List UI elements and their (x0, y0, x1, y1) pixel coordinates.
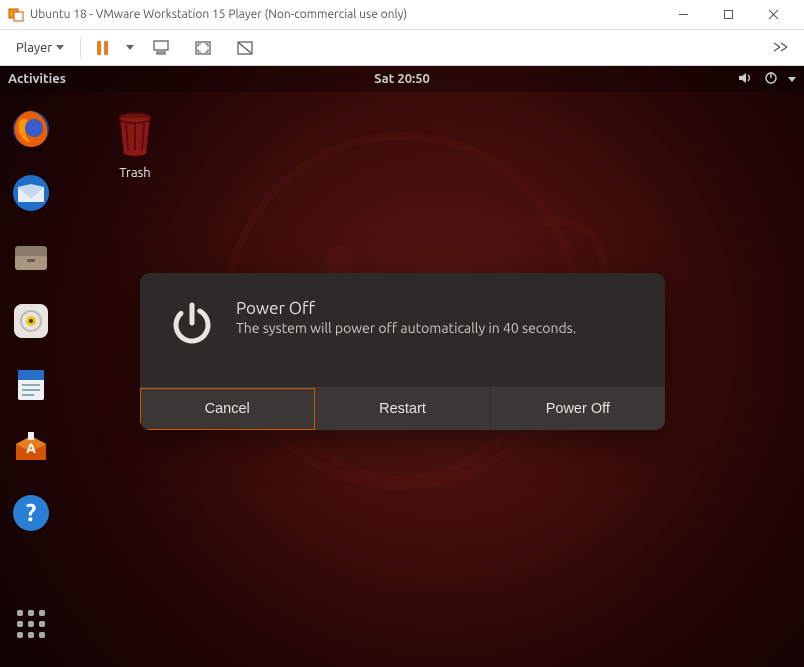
cancel-button[interactable]: Cancel (140, 388, 315, 430)
dock: A ? (0, 92, 62, 667)
activities-button[interactable]: Activities (8, 72, 108, 86)
svg-text:A: A (26, 440, 36, 456)
pause-vm-button[interactable] (89, 35, 116, 61)
poweroff-dialog: Power Off The system will power off auto… (140, 273, 665, 430)
desktop-trash-icon[interactable]: Trash (100, 106, 170, 180)
dock-item-software[interactable]: A (8, 426, 54, 472)
chevron-down-icon (126, 45, 134, 50)
dock-item-files[interactable] (8, 234, 54, 280)
power-icon (168, 299, 216, 347)
host-window-controls (661, 1, 796, 29)
dock-item-firefox[interactable] (8, 106, 54, 152)
gnome-topbar: Activities Sat 20:50 (0, 66, 804, 92)
dock-item-rhythmbox[interactable] (8, 298, 54, 344)
unity-icon (236, 39, 254, 57)
power-icon (764, 71, 778, 88)
status-area[interactable] (696, 71, 796, 88)
collapse-icon (772, 41, 788, 55)
dialog-message: The system will power off automatically … (236, 320, 576, 336)
dialog-title: Power Off (236, 299, 576, 318)
player-menu-button[interactable]: Player (8, 35, 72, 61)
pause-icon (97, 41, 108, 55)
dock-item-writer[interactable] (8, 362, 54, 408)
collapse-toolbar-button[interactable] (764, 35, 796, 61)
dialog-button-row: Cancel Restart Power Off (140, 387, 665, 430)
restart-button[interactable]: Restart (315, 388, 490, 430)
clock[interactable]: Sat 20:50 (108, 72, 696, 86)
host-window-titlebar: Ubuntu 18 - VMware Workstation 15 Player… (0, 0, 804, 30)
trash-icon (110, 106, 160, 162)
grid-icon (17, 610, 45, 638)
close-button[interactable] (751, 1, 796, 29)
dock-item-help[interactable]: ? (8, 490, 54, 536)
chevron-down-icon (56, 45, 64, 50)
chevron-down-icon (788, 77, 796, 82)
host-window-title: Ubuntu 18 - VMware Workstation 15 Player… (30, 8, 661, 21)
power-dropdown-button[interactable] (124, 35, 136, 61)
monitor-icon (152, 39, 170, 57)
player-menu-label: Player (16, 41, 52, 55)
sound-icon (738, 71, 754, 88)
minimize-button[interactable] (661, 1, 706, 29)
send-ctrl-alt-del-button[interactable] (144, 35, 178, 61)
guest-desktop: Activities Sat 20:50 A (0, 66, 804, 667)
dock-show-applications[interactable] (8, 601, 54, 647)
desktop-trash-label: Trash (100, 166, 170, 180)
poweroff-button[interactable]: Power Off (491, 388, 665, 430)
fullscreen-icon (194, 39, 212, 57)
maximize-button[interactable] (706, 1, 751, 29)
unity-mode-button[interactable] (228, 35, 262, 61)
toolbar-separator (80, 37, 81, 59)
vmware-toolbar: Player (0, 30, 804, 66)
svg-text:?: ? (26, 499, 37, 526)
vmware-app-icon (8, 7, 24, 23)
fullscreen-button[interactable] (186, 35, 220, 61)
dock-item-thunderbird[interactable] (8, 170, 54, 216)
